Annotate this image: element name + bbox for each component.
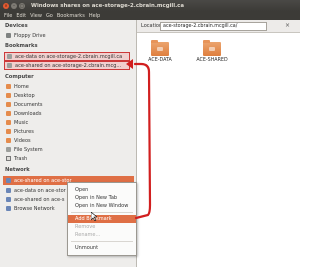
browse-network-icon bbox=[6, 206, 11, 211]
location-input[interactable]: ace-storage-2.cbrain.mcgill.ca/ bbox=[160, 22, 267, 31]
file-system-icon bbox=[6, 147, 11, 152]
context-menu: Open Open in New Tab Open in New Window … bbox=[67, 182, 137, 256]
sidebar-item-label: Music bbox=[14, 119, 29, 126]
menu-bar: File Edit View Go Bookmarks Help bbox=[0, 11, 300, 20]
sidebar-item-home[interactable]: Home bbox=[6, 82, 132, 91]
menu-item-open-new-tab[interactable]: Open in New Tab bbox=[68, 194, 136, 202]
close-location-icon[interactable]: × bbox=[284, 22, 291, 29]
sidebar-item-label: ace-shared on ace-storage-2.cbrain.mcg..… bbox=[15, 62, 122, 69]
sidebar-item-desktop[interactable]: Desktop bbox=[6, 91, 132, 100]
sidebar-item-label: Downloads bbox=[14, 110, 42, 117]
bookmark-ace-data[interactable]: ace-data on ace-storage-2.cbrain.mcgill.… bbox=[4, 52, 130, 61]
sidebar-item-label: Pictures bbox=[14, 128, 34, 135]
network-header: Network bbox=[5, 167, 30, 173]
music-folder-icon bbox=[6, 120, 11, 125]
bookmarks-header: Bookmarks bbox=[5, 43, 38, 49]
folder-name: ACE-SHARED bbox=[196, 58, 228, 63]
bookmark-ace-shared[interactable]: ace-shared on ace-storage-2.cbrain.mcg..… bbox=[4, 61, 130, 70]
menu-help[interactable]: Help bbox=[89, 13, 100, 19]
menu-item-add-bookmark[interactable]: Add Bookmark bbox=[68, 215, 136, 223]
sidebar-item-label: Trash bbox=[14, 155, 28, 162]
sidebar-item-trash[interactable]: Trash bbox=[6, 154, 132, 163]
close-window-button[interactable]: × bbox=[3, 2, 9, 9]
window-title: Windows shares on ace-storage-2.cbrain.m… bbox=[31, 2, 185, 9]
trash-icon bbox=[6, 156, 11, 161]
sidebar-item-label: Floppy Drive bbox=[14, 32, 46, 39]
folder-icon bbox=[151, 40, 169, 56]
sidebar-item-label: ace-shared on ace-s bbox=[14, 196, 65, 203]
network-folder-icon bbox=[7, 54, 12, 59]
menu-separator bbox=[71, 212, 133, 213]
sidebar-item-floppy-drive[interactable]: Floppy Drive bbox=[6, 31, 132, 40]
network-share-icon bbox=[6, 197, 11, 202]
sidebar-item-label: ace-shared on ace-stor bbox=[14, 177, 72, 184]
floppy-drive-icon bbox=[6, 33, 11, 38]
menu-separator bbox=[71, 241, 133, 242]
maximize-window-button[interactable]: □ bbox=[19, 2, 25, 9]
sidebar-item-label: Home bbox=[14, 83, 29, 90]
menu-file[interactable]: File bbox=[4, 13, 12, 19]
location-bar: Location: ace-storage-2.cbrain.mcgill.ca… bbox=[137, 20, 300, 33]
network-folder-icon bbox=[7, 63, 12, 68]
minimize-window-button[interactable]: – bbox=[11, 2, 17, 9]
menu-item-rename: Rename... bbox=[75, 232, 101, 238]
title-bar: × – □ Windows shares on ace-storage-2.cb… bbox=[0, 0, 300, 11]
network-share-icon bbox=[6, 188, 11, 193]
sidebar-item-pictures[interactable]: Pictures bbox=[6, 127, 132, 136]
menu-item-remove: Remove bbox=[75, 224, 96, 230]
videos-folder-icon bbox=[6, 138, 11, 143]
menu-item-unmount[interactable]: Unmount bbox=[68, 244, 136, 252]
sidebar-item-documents[interactable]: Documents bbox=[6, 100, 132, 109]
menu-view[interactable]: View bbox=[30, 13, 42, 19]
documents-folder-icon bbox=[6, 102, 11, 107]
folder-icon bbox=[203, 40, 221, 56]
sidebar-item-label: File System bbox=[14, 146, 43, 153]
sidebar-item-videos[interactable]: Videos bbox=[6, 136, 132, 145]
computer-header: Computer bbox=[5, 74, 34, 80]
sidebar-item-downloads[interactable]: Downloads bbox=[6, 109, 132, 118]
menu-bookmarks[interactable]: Bookmarks bbox=[57, 13, 85, 19]
menu-item-open[interactable]: Open bbox=[68, 186, 136, 194]
sidebar-item-label: ace-data on ace-stor bbox=[14, 187, 66, 194]
menu-go[interactable]: Go bbox=[46, 13, 53, 19]
folder-ace-shared[interactable]: ACE-SHARED bbox=[192, 40, 232, 63]
sidebar-item-file-system[interactable]: File System bbox=[6, 145, 132, 154]
folder-ace-data[interactable]: ACE-DATA bbox=[140, 40, 180, 63]
sidebar-item-music[interactable]: Music bbox=[6, 118, 132, 127]
pictures-folder-icon bbox=[6, 129, 11, 134]
folder-name: ACE-DATA bbox=[148, 58, 172, 63]
menu-edit[interactable]: Edit bbox=[16, 13, 26, 19]
mouse-cursor-icon bbox=[91, 212, 97, 221]
downloads-folder-icon bbox=[6, 111, 11, 116]
menu-item-open-new-window[interactable]: Open in New Window bbox=[68, 202, 136, 210]
devices-header: Devices bbox=[5, 23, 28, 29]
network-share-icon bbox=[6, 178, 11, 183]
desktop-folder-icon bbox=[6, 93, 11, 98]
sidebar-item-label: ace-data on ace-storage-2.cbrain.mcgill.… bbox=[15, 53, 123, 60]
sidebar-item-label: Desktop bbox=[14, 92, 35, 99]
sidebar-item-label: Documents bbox=[14, 101, 43, 108]
sidebar-item-label: Browse Network bbox=[14, 205, 55, 212]
sidebar-item-label: Videos bbox=[14, 137, 31, 144]
home-icon bbox=[6, 84, 11, 89]
